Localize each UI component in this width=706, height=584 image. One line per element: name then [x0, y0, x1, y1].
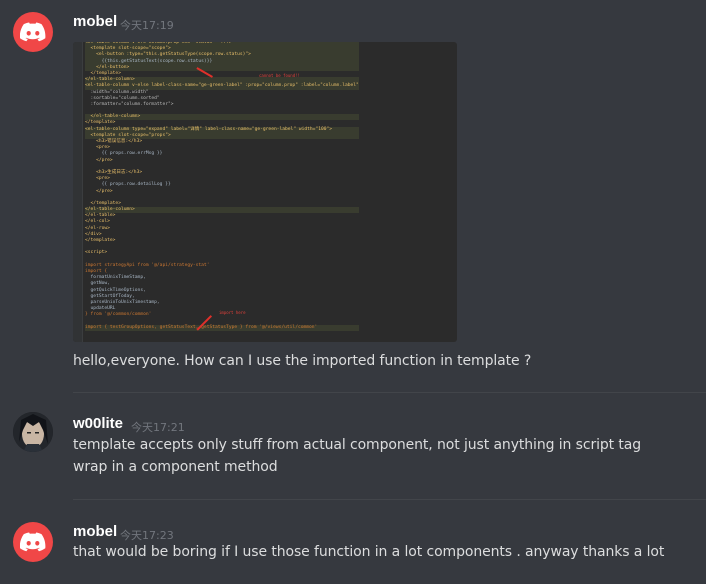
timestamp: 今天17:23 — [120, 529, 174, 542]
message-text: hello,everyone. How can I use the import… — [73, 353, 532, 369]
message-group: mobel 今天17:19 <el-table-column v-if="col… — [0, 0, 706, 392]
code-line: import { testGroupOptions, getStatusText… — [85, 324, 359, 331]
discord-logo-icon — [20, 532, 46, 552]
code-text: <el-table-column v-if="column.prop === '… — [85, 42, 359, 331]
user-photo-avatar — [13, 412, 53, 452]
message-text: template accepts only stuff from actual … — [73, 437, 642, 453]
code-line: <el-table-column v-else label-class-name… — [85, 83, 359, 90]
avatar[interactable] — [13, 412, 53, 452]
code-line: <el-table-column type="expand" label="详情… — [85, 126, 359, 133]
divider — [73, 499, 706, 500]
timestamp: 今天17:21 — [131, 421, 185, 434]
annotation-text: cannot be found!! — [259, 73, 300, 78]
message-text: wrap in a component method — [73, 459, 278, 475]
message-group: w00lite 今天17:21 template accepts only st… — [0, 400, 706, 500]
editor-gutter — [73, 42, 83, 342]
attached-image[interactable]: <el-table-column v-if="column.prop === '… — [73, 42, 457, 342]
divider — [73, 392, 706, 393]
message-group: mobel 今天17:23 that would be boring if I … — [0, 510, 706, 584]
message-text: that would be boring if I use those func… — [73, 544, 665, 560]
discord-logo-icon — [20, 22, 46, 42]
annotation-text: import here — [219, 310, 246, 315]
username[interactable]: mobel — [73, 13, 117, 30]
avatar[interactable] — [13, 12, 53, 52]
avatar[interactable] — [13, 522, 53, 562]
username[interactable]: mobel — [73, 523, 117, 540]
timestamp: 今天17:19 — [120, 19, 174, 32]
username[interactable]: w00lite — [73, 415, 123, 432]
